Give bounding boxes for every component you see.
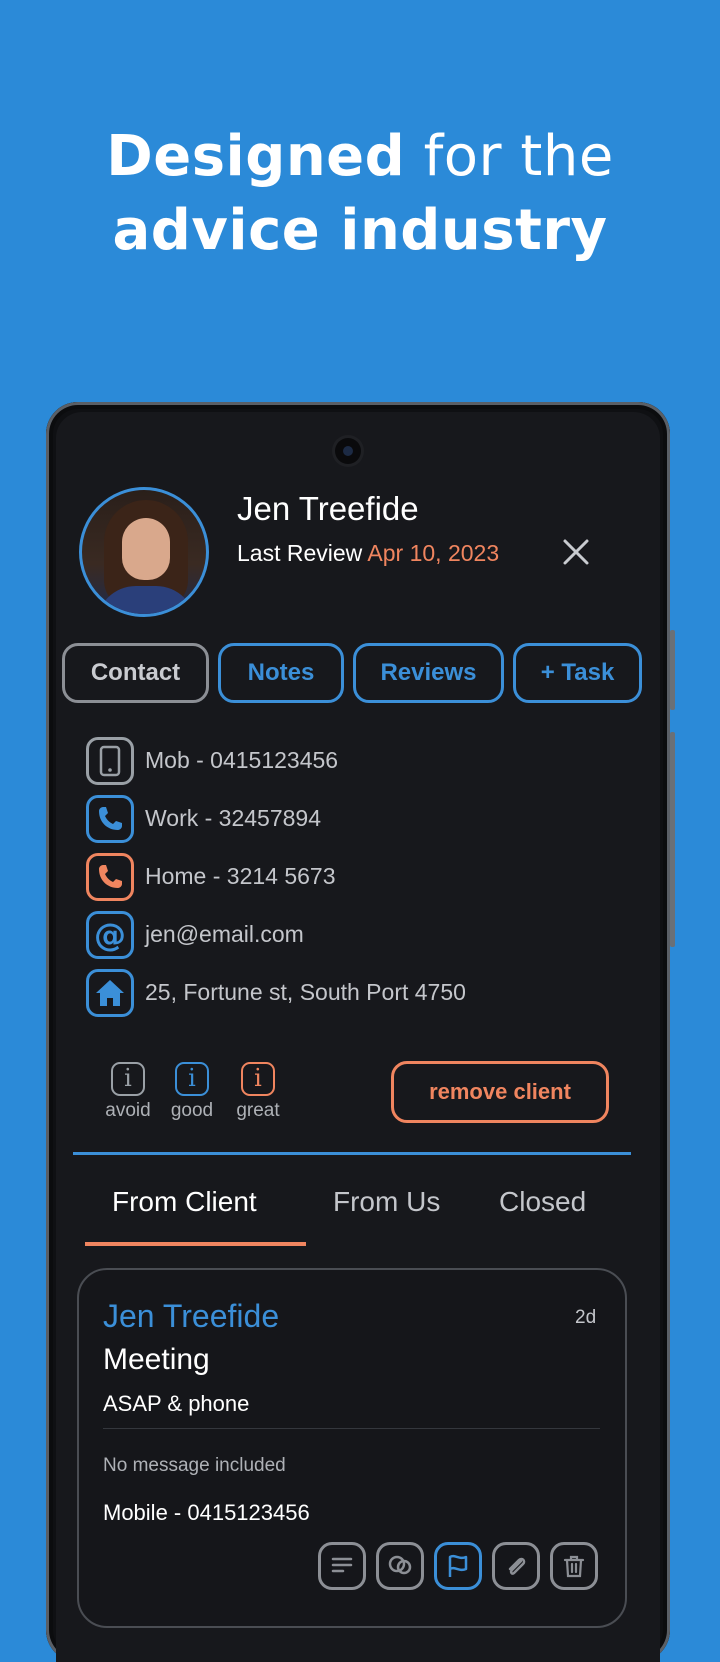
list-icon (331, 1557, 353, 1573)
card-client-name: Jen Treefide (103, 1298, 280, 1334)
tab-closed[interactable]: Closed (499, 1186, 586, 1218)
client-name: Jen Treefide (237, 490, 419, 527)
add-task-button[interactable]: + Task (513, 643, 642, 703)
tab-from-us[interactable]: From Us (333, 1186, 440, 1218)
contact-email-text: jen@email.com (145, 921, 304, 947)
contact-work-text: Work - 32457894 (145, 805, 322, 831)
contact-row-home-phone[interactable]: Home - 3214 5673 (86, 853, 606, 903)
card-mobile: Mobile - 0415123456 (103, 1500, 310, 1525)
tab-contact[interactable]: Contact (62, 643, 209, 703)
rating-great-label: great (236, 1100, 280, 1121)
last-review: Last Review Apr 10, 2023 (237, 540, 499, 567)
phone-power-button (670, 857, 675, 947)
close-icon[interactable] (559, 535, 593, 569)
card-message: No message included (103, 1455, 286, 1476)
info-icon: i (175, 1062, 209, 1096)
home-phone-icon (86, 853, 134, 901)
flag-icon (448, 1554, 468, 1577)
tab-reviews[interactable]: Reviews (353, 643, 504, 703)
rating-good[interactable]: i good (162, 1062, 222, 1122)
headline-light-1: for the (423, 124, 614, 189)
tab-notes[interactable]: Notes (218, 643, 344, 703)
contact-row-work[interactable]: Work - 32457894 (86, 795, 606, 845)
email-at-icon: @ (86, 911, 134, 959)
info-icon: i (241, 1062, 275, 1096)
rating-avoid-label: avoid (105, 1100, 151, 1121)
contact-row-mobile[interactable]: Mob - 0415123456 (86, 737, 606, 787)
card-divider (103, 1428, 600, 1429)
chat-action-button[interactable] (376, 1542, 424, 1590)
headline-bold-2: advice industry (112, 198, 608, 263)
phone-side-button (670, 630, 675, 710)
card-preference: ASAP & phone (103, 1391, 250, 1416)
rating-great[interactable]: i great (228, 1062, 288, 1122)
attach-action-button[interactable] (492, 1542, 540, 1590)
remove-client-button[interactable]: remove client (391, 1061, 609, 1123)
trash-icon (563, 1555, 585, 1578)
promo-headline: Designed for the advice industry (0, 120, 720, 268)
headline-bold-1: Designed (106, 124, 406, 189)
contact-address-text: 25, Fortune st, South Port 4750 (145, 979, 466, 1005)
last-review-date: Apr 10, 2023 (367, 540, 500, 566)
contact-row-email[interactable]: @ jen@email.com (86, 911, 606, 961)
mobile-phone-icon (86, 737, 134, 785)
card-request-type: Meeting (103, 1343, 210, 1376)
section-divider (73, 1152, 631, 1155)
contact-row-address[interactable]: 25, Fortune st, South Port 4750 (86, 969, 606, 1019)
contact-home-text: Home - 3214 5673 (145, 863, 336, 889)
chat-icon (388, 1555, 412, 1575)
card-age: 2d (575, 1307, 597, 1328)
last-review-label: Last Review (237, 540, 363, 566)
flag-action-button[interactable] (434, 1542, 482, 1590)
phone-volume-button (670, 732, 675, 872)
info-icon: i (111, 1062, 145, 1096)
client-avatar[interactable] (79, 487, 209, 617)
home-address-icon (86, 969, 134, 1017)
work-phone-icon (86, 795, 134, 843)
rating-avoid[interactable]: i avoid (98, 1062, 158, 1122)
contact-mobile-text: Mob - 0415123456 (145, 747, 339, 773)
paperclip-icon (508, 1557, 526, 1575)
active-tab-indicator (85, 1242, 306, 1246)
delete-action-button[interactable] (550, 1542, 598, 1590)
tab-from-client[interactable]: From Client (112, 1186, 257, 1218)
notes-action-button[interactable] (318, 1542, 366, 1590)
front-camera (335, 438, 361, 464)
rating-good-label: good (170, 1100, 214, 1121)
